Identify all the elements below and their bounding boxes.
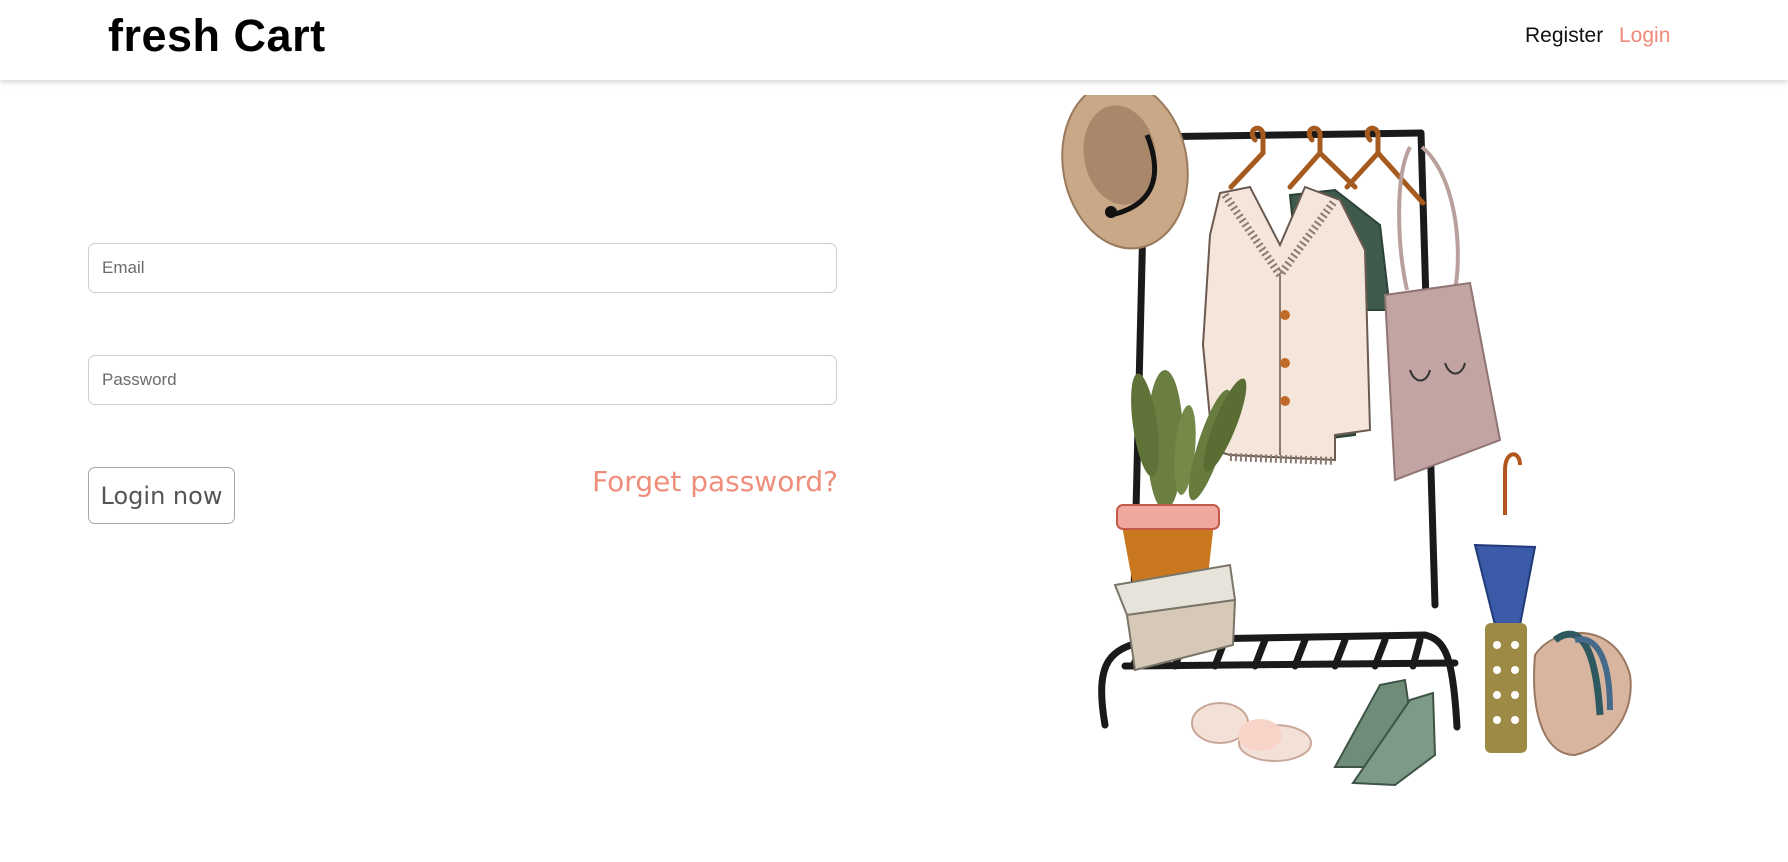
password-field[interactable] bbox=[88, 355, 837, 405]
login-now-button[interactable]: Login now bbox=[88, 467, 235, 524]
umbrella-icon bbox=[1473, 452, 1537, 753]
boots-icon bbox=[1333, 678, 1437, 787]
nav-login-link[interactable]: Login bbox=[1619, 24, 1670, 48]
brand-logo[interactable]: fresh Cart bbox=[108, 10, 326, 62]
email-field[interactable] bbox=[88, 243, 837, 293]
slippers-icon bbox=[1191, 702, 1312, 762]
basket-icon bbox=[1533, 630, 1632, 757]
tote-bag-icon bbox=[1383, 145, 1502, 482]
navbar: fresh Cart Register Login bbox=[0, 0, 1788, 80]
forget-password-link[interactable]: Forget password? bbox=[592, 465, 838, 498]
hat-icon bbox=[1061, 95, 1189, 250]
clothing-rack-illustration bbox=[1061, 95, 1632, 787]
nav-register-link[interactable]: Register bbox=[1525, 24, 1603, 48]
